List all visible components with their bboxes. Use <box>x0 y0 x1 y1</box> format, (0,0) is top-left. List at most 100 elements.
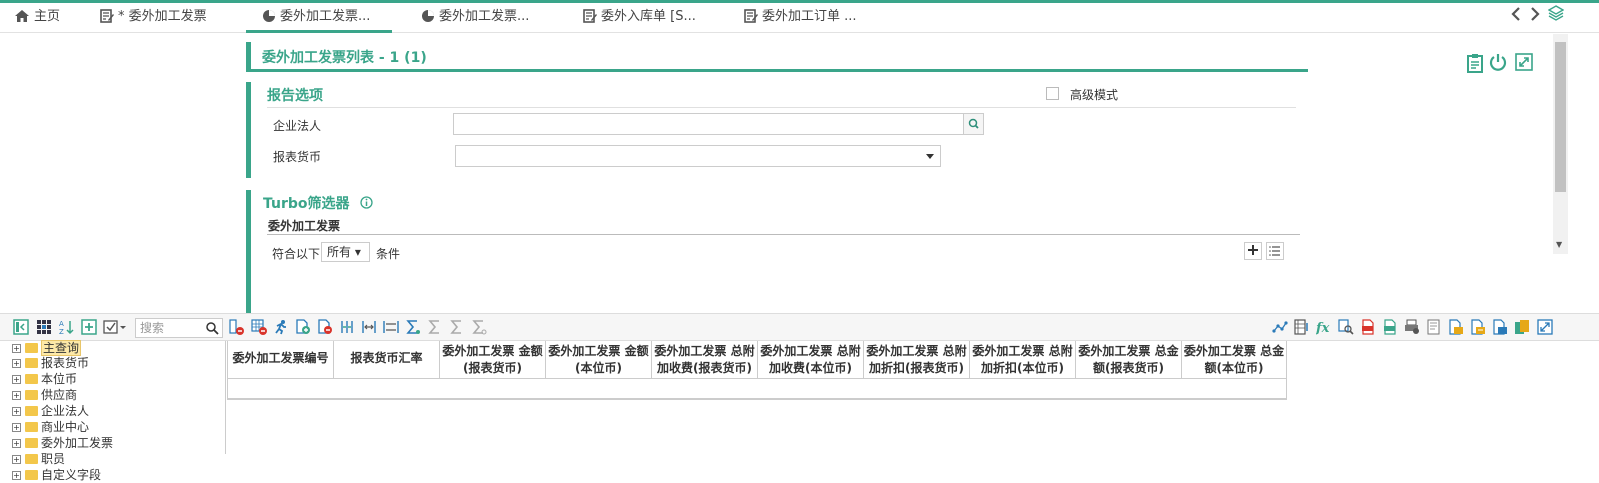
tab-outsourcing-receipt[interactable]: 委外入库单 [S... <box>583 3 696 33</box>
tree-item-business-center[interactable]: + 商业中心 <box>12 420 89 435</box>
tab-outsourcing-invoice-report-1[interactable]: 委外加工发票... <box>246 3 392 33</box>
pie-chart-icon <box>422 10 434 22</box>
svg-text:fx: fx <box>1316 321 1330 335</box>
tree-item-legal-entity[interactable]: + 企业法人 <box>12 404 89 419</box>
column-header[interactable]: 委外加工发票 金额(报表货币) <box>440 341 546 378</box>
tree-item-employee[interactable]: + 职员 <box>12 452 65 467</box>
info-icon[interactable] <box>360 196 373 209</box>
add-condition-button[interactable] <box>1244 242 1262 260</box>
column-header[interactable]: 委外加工发票 总附加折扣(报表货币) <box>864 341 970 378</box>
excel-export-icon[interactable] <box>1382 319 1398 335</box>
sum-disabled-icon[interactable] <box>449 319 465 335</box>
column-merge-icon[interactable] <box>361 319 377 335</box>
search-icon[interactable] <box>205 321 219 335</box>
pdf-export-icon[interactable] <box>1360 319 1376 335</box>
tab-outsourcing-order[interactable]: 委外加工订单 ... <box>744 3 857 33</box>
tab-bar: 主页 * 委外加工发票 委外加工发票... 委外加工发票... 委外入库单 [S… <box>0 3 1599 33</box>
tree-item-supplier[interactable]: + 供应商 <box>12 388 77 403</box>
search-button[interactable] <box>963 114 983 134</box>
zoom-search-icon[interactable] <box>1338 319 1354 335</box>
run-icon[interactable] <box>273 319 289 335</box>
column-header[interactable]: 委外加工发票 总金额(报表货币) <box>1076 341 1182 378</box>
add-doc-icon[interactable] <box>295 319 311 335</box>
check-dropdown-icon[interactable] <box>103 319 127 335</box>
sort-az-icon[interactable]: AZ <box>58 319 74 335</box>
column-header[interactable]: 委外加工发票 总附加收费(报表货币) <box>652 341 758 378</box>
power-icon[interactable] <box>1489 53 1509 73</box>
tab-outsourcing-invoice-report-2[interactable]: 委外加工发票... <box>421 3 529 33</box>
tab-prev-button[interactable] <box>1511 3 1521 33</box>
scroll-down-arrow[interactable]: ▼ <box>1556 240 1562 249</box>
delete-doc-icon[interactable] <box>317 319 333 335</box>
condition-list-button[interactable] <box>1266 242 1284 260</box>
print-preview-icon[interactable] <box>1426 319 1442 335</box>
legal-entity-field[interactable] <box>453 113 984 135</box>
add-box-icon[interactable] <box>81 319 97 335</box>
edit-doc-icon <box>583 9 597 23</box>
remove-column-icon[interactable] <box>229 319 245 335</box>
sum-disabled-icon[interactable] <box>427 319 443 335</box>
grid-view-icon[interactable] <box>36 319 52 335</box>
tab-home[interactable]: 主页 <box>14 3 60 33</box>
expand-toggle[interactable]: + <box>12 344 21 353</box>
column-header[interactable]: 报表货币汇率 <box>334 341 440 378</box>
column-header[interactable]: 委外加工发票 总金额(本位币) <box>1182 341 1286 378</box>
folder-icon <box>25 358 38 368</box>
page-scrollbar[interactable]: ▼ <box>1553 34 1568 254</box>
copy-icon[interactable] <box>1514 319 1530 335</box>
expand-toggle[interactable]: + <box>12 455 21 464</box>
sum-disabled-icon[interactable] <box>471 319 487 335</box>
column-header[interactable]: 委外加工发票 总附加折扣(本位币) <box>970 341 1076 378</box>
save-icon[interactable] <box>1448 319 1464 335</box>
scrollbar-thumb[interactable] <box>1555 42 1566 192</box>
expand-toggle[interactable]: + <box>12 375 21 384</box>
report-currency-select[interactable] <box>455 145 941 167</box>
tree-item-main-query[interactable]: + 主查询 <box>12 340 82 356</box>
sum-icon[interactable] <box>405 319 421 335</box>
report-title-bar: 委外加工发票列表 - 1 (1) <box>246 42 1308 72</box>
tree-item-base-currency[interactable]: + 本位币 <box>12 372 77 387</box>
tree-item-custom-fields[interactable]: + 自定义字段 <box>12 468 101 483</box>
expand-toggle[interactable]: + <box>12 391 21 400</box>
chevron-left-icon <box>1511 7 1520 21</box>
folder-icon <box>25 374 38 384</box>
remove-table-icon[interactable] <box>251 319 267 335</box>
expand-toggle[interactable]: + <box>12 359 21 368</box>
print-settings-icon[interactable] <box>1404 319 1420 335</box>
folder-icon <box>25 390 38 400</box>
match-select[interactable]: 所有 ▾ <box>321 242 370 262</box>
column-header[interactable]: 委外加工发票编号 <box>228 341 334 378</box>
expand-toggle[interactable]: + <box>12 471 21 480</box>
tree-item-report-currency[interactable]: + 报表货币 <box>12 356 89 371</box>
advanced-mode-checkbox[interactable] <box>1046 87 1059 100</box>
pivot-icon[interactable] <box>1294 319 1310 335</box>
folder-icon <box>25 438 38 448</box>
formula-icon[interactable]: fx <box>1316 319 1332 335</box>
tab-outsourcing-invoice-edit[interactable]: * 委外加工发票 <box>100 3 207 33</box>
home-icon <box>15 10 29 22</box>
column-header[interactable]: 委外加工发票 金额(本位币) <box>546 341 652 378</box>
save-as-icon[interactable] <box>1470 319 1486 335</box>
layers-icon <box>1547 5 1565 21</box>
svg-text:A: A <box>59 320 64 328</box>
grid-toolbar: AZ 搜索 fx <box>0 313 1599 341</box>
expand-toggle[interactable]: + <box>12 407 21 416</box>
folder-icon <box>25 454 38 464</box>
turbo-filter-section: Turbo筛选器 委外加工发票 符合以下 所有 ▾ 条件 <box>246 190 1300 313</box>
toolbar-search-input[interactable]: 搜索 <box>135 318 223 338</box>
panel-toggle-icon[interactable] <box>13 319 29 335</box>
column-split-icon[interactable] <box>339 319 355 335</box>
tab-next-button[interactable] <box>1530 3 1540 33</box>
folder-icon <box>25 343 38 353</box>
scatter-chart-icon[interactable] <box>1272 319 1288 335</box>
expand-toggle[interactable]: + <box>12 423 21 432</box>
expand-toggle[interactable]: + <box>12 439 21 448</box>
tree-item-outsourcing-invoice[interactable]: + 委外加工发票 <box>12 436 113 451</box>
save-layout-icon[interactable] <box>1492 319 1508 335</box>
clipboard-icon[interactable] <box>1466 53 1486 73</box>
column-header[interactable]: 委外加工发票 总附加收费(本位币) <box>758 341 864 378</box>
expand-icon[interactable] <box>1515 53 1535 73</box>
tab-list-button[interactable] <box>1547 3 1565 33</box>
column-width-icon[interactable] <box>383 319 399 335</box>
fullscreen-icon[interactable] <box>1537 319 1553 335</box>
